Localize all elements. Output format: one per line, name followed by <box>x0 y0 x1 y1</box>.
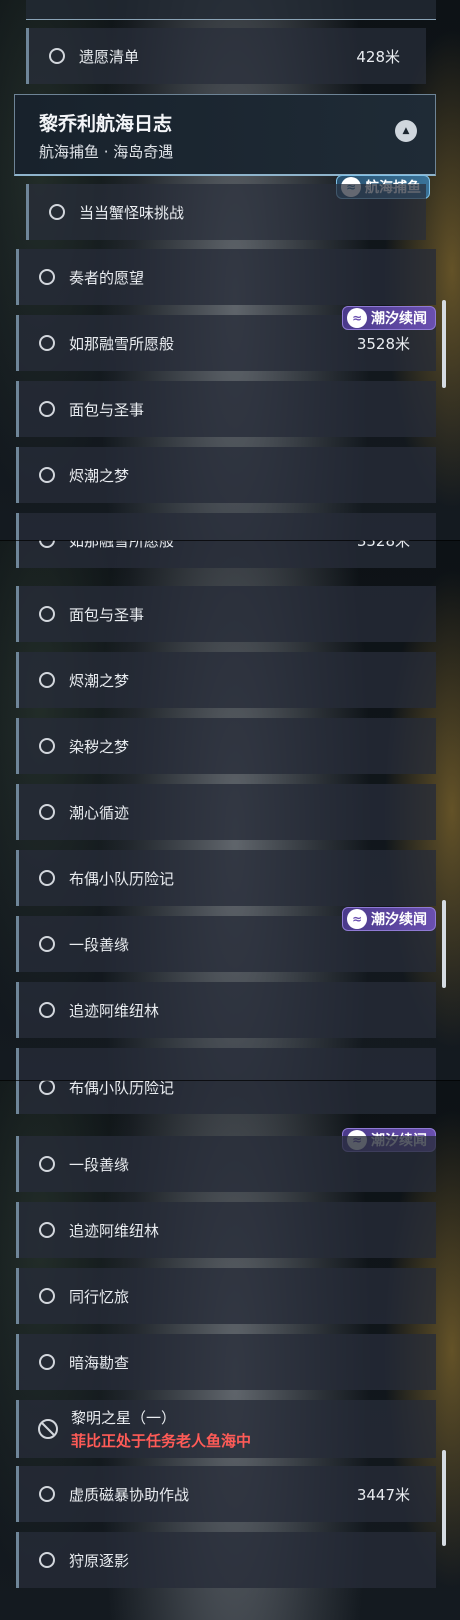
quest-item-blocked[interactable]: 黎明之星（一） 菲比正处于任务老人鱼海中 <box>16 1400 436 1458</box>
quest-item[interactable]: 染秽之梦 <box>16 718 436 774</box>
quest-label: 追迹阿维纽林 <box>69 1001 160 1020</box>
quest-label: 面包与圣事 <box>69 400 145 419</box>
quest-label: 追迹阿维纽林 <box>69 1221 160 1240</box>
circle-icon <box>39 1002 55 1018</box>
quest-item[interactable]: 一段善缘 <box>16 1136 436 1192</box>
segment-divider <box>0 540 460 541</box>
group-title: 黎乔利航海日志 <box>39 113 173 135</box>
wave-emblem-icon: ≈ <box>347 308 367 328</box>
chevron-up-icon[interactable]: ▲ <box>395 120 417 142</box>
quest-distance: 3447米 <box>356 1485 410 1504</box>
circle-icon <box>39 401 55 417</box>
quest-label: 如那融雪所愿般 <box>69 540 175 550</box>
quest-distance: 3528米 <box>356 334 410 353</box>
circle-icon <box>39 467 55 483</box>
quest-item[interactable]: 狩原逐影 <box>16 1532 436 1588</box>
scrollbar[interactable] <box>442 900 446 988</box>
category-tag-tidal: ≈ 潮汐续闻 <box>342 306 436 330</box>
quest-label: 烬潮之梦 <box>69 466 130 485</box>
circle-icon <box>39 870 55 886</box>
quest-panel-1: 遗愿清单 428米 黎乔利航海日志 航海捕鱼 · 海岛奇遇 ▲ ≈ 航海捕鱼 当… <box>0 0 460 540</box>
previous-item-edge <box>26 0 436 20</box>
circle-icon <box>39 738 55 754</box>
quest-label: 染秽之梦 <box>69 737 130 756</box>
category-tag-tidal: ≈ 潮汐续闻 <box>342 907 436 931</box>
scrollbar[interactable] <box>442 300 446 388</box>
quest-label: 狩原逐影 <box>69 1551 130 1570</box>
circle-icon <box>39 540 55 548</box>
quest-item-partial[interactable]: 如那融雪所愿般 3528米 <box>16 540 436 568</box>
circle-icon <box>39 1288 55 1304</box>
circle-icon <box>39 335 55 351</box>
quest-label: 面包与圣事 <box>69 605 145 624</box>
quest-label: 一段善缘 <box>69 1155 130 1174</box>
quest-panel-2: 如那融雪所愿般 3528米 面包与圣事 烬潮之梦 染秽之梦 潮心循迹 布偶小队历… <box>0 540 460 1080</box>
circle-icon <box>39 936 55 952</box>
quest-label: 遗愿清单 <box>79 47 140 66</box>
quest-group-header[interactable]: 黎乔利航海日志 航海捕鱼 · 海岛奇遇 ▲ <box>14 94 436 176</box>
quest-label: 布偶小队历险记 <box>69 869 175 888</box>
quest-item[interactable]: 追迹阿维纽林 <box>16 1202 436 1258</box>
quest-item[interactable]: 暗海勘查 <box>16 1334 436 1390</box>
quest-item[interactable]: 潮心循迹 <box>16 784 436 840</box>
quest-label: 潮心循迹 <box>69 803 130 822</box>
quest-warning: 菲比正处于任务老人鱼海中 <box>71 1432 252 1450</box>
quest-item-partial[interactable] <box>16 1048 436 1080</box>
circle-icon <box>39 1354 55 1370</box>
circle-icon <box>39 1080 55 1095</box>
scrollbar[interactable] <box>442 1450 446 1546</box>
quest-item-wish-list[interactable]: 遗愿清单 428米 <box>26 28 426 84</box>
quest-item[interactable]: 奏者的愿望 <box>16 249 436 305</box>
quest-item[interactable]: 布偶小队历险记 <box>16 1080 436 1114</box>
quest-item[interactable]: 面包与圣事 <box>16 586 436 642</box>
group-subtitle: 航海捕鱼 · 海岛奇遇 <box>39 143 174 161</box>
circle-icon <box>39 1156 55 1172</box>
circle-icon <box>39 1552 55 1568</box>
circle-icon <box>39 1486 55 1502</box>
quest-label: 当当蟹怪味挑战 <box>79 203 185 222</box>
quest-item-partial[interactable] <box>16 513 436 540</box>
quest-item[interactable]: 烬潮之梦 <box>16 447 436 503</box>
quest-label: 奏者的愿望 <box>69 268 145 287</box>
blocked-icon <box>38 1419 58 1439</box>
quest-item[interactable]: 追迹阿维纽林 <box>16 982 436 1038</box>
quest-item[interactable]: 当当蟹怪味挑战 <box>26 184 426 240</box>
quest-panel-3: 布偶小队历险记 ≈ 潮汐续闻 一段善缘 追迹阿维纽林 同行忆旅 暗海勘查 黎明之… <box>0 1080 460 1620</box>
quest-label: 黎明之星（一） <box>71 1409 177 1427</box>
quest-label: 如那融雪所愿般 <box>69 334 175 353</box>
quest-distance: 428米 <box>356 47 400 66</box>
quest-label: 烬潮之梦 <box>69 671 130 690</box>
segment-divider <box>0 1080 460 1081</box>
quest-item[interactable]: 面包与圣事 <box>16 381 436 437</box>
circle-icon <box>39 1222 55 1238</box>
quest-item[interactable]: 同行忆旅 <box>16 1268 436 1324</box>
quest-label: 布偶小队历险记 <box>69 1080 175 1097</box>
circle-icon <box>39 672 55 688</box>
quest-item[interactable]: 虚质磁暴协助作战 3447米 <box>16 1466 436 1522</box>
circle-icon <box>39 804 55 820</box>
wave-emblem-icon: ≈ <box>347 909 367 929</box>
quest-item[interactable]: 布偶小队历险记 <box>16 850 436 906</box>
quest-label: 一段善缘 <box>69 935 130 954</box>
tag-label: 潮汐续闻 <box>371 311 427 327</box>
circle-icon <box>39 606 55 622</box>
quest-label: 同行忆旅 <box>69 1287 130 1306</box>
quest-label: 虚质磁暴协助作战 <box>69 1485 190 1504</box>
circle-icon <box>39 269 55 285</box>
quest-item[interactable]: 烬潮之梦 <box>16 652 436 708</box>
quest-distance: 3528米 <box>356 540 410 550</box>
tag-label: 潮汐续闻 <box>371 912 427 928</box>
circle-icon <box>49 48 65 64</box>
circle-icon <box>49 204 65 220</box>
quest-label: 暗海勘查 <box>69 1353 130 1372</box>
